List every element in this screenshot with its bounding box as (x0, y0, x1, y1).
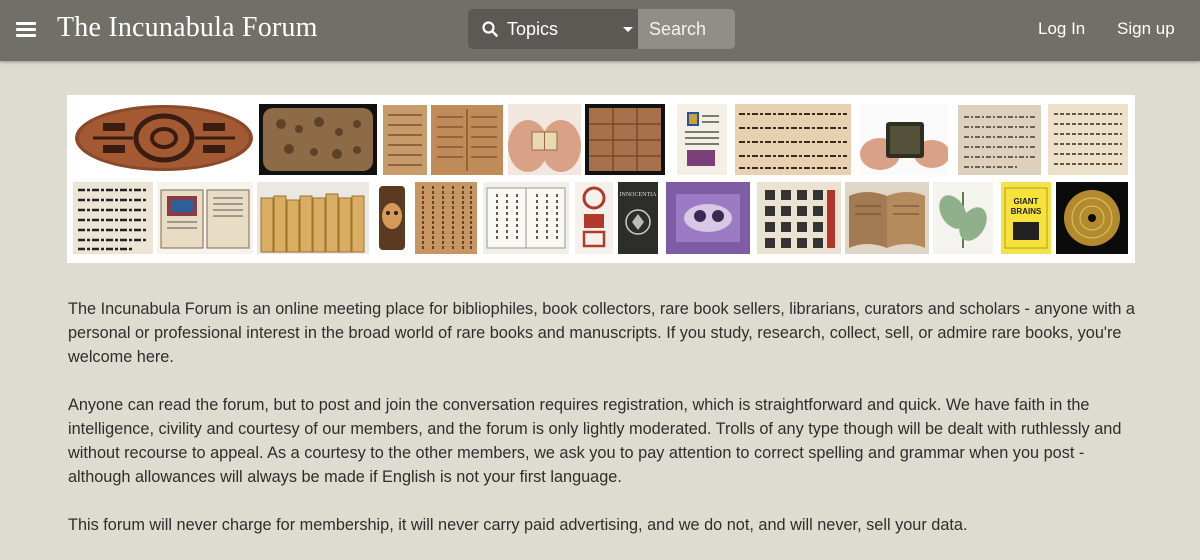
worn-open-book-image (845, 182, 929, 254)
clay-tablet-columns-image (431, 105, 503, 175)
illuminated-manuscript-image (677, 104, 727, 175)
intro-paragraph: Anyone can read the forum, but to post a… (68, 396, 1122, 486)
chinese-seals-image (575, 182, 613, 254)
chevron-down-icon (623, 27, 633, 32)
miniature-book-in-fingers-image (860, 104, 948, 175)
svg-text:INNOCENTIA: INNOCENTIA (620, 192, 658, 198)
cuneiform-tablet-image (259, 104, 377, 175)
topics-dropdown-label: Topics (507, 19, 559, 39)
chinese-characters-page-image (757, 182, 841, 254)
search-input[interactable] (638, 9, 735, 49)
hebrew-manuscript-image (1048, 104, 1128, 175)
site-title[interactable]: The Incunabula Forum (57, 12, 318, 44)
giant-brains-book-image: GIANT BRAINS (1001, 182, 1051, 254)
asian-stitched-book-image (483, 182, 569, 254)
clay-tablet-oval-image (73, 103, 255, 173)
papyrus-fragment-image (383, 105, 427, 175)
intro-paragraph: This forum will never charge for members… (68, 516, 968, 534)
signup-link[interactable]: Sign up (1117, 19, 1175, 39)
row-of-vellum-books-image (257, 182, 369, 254)
intro-paragraph: The Incunabula Forum is an online meetin… (68, 300, 1135, 366)
early-printed-text-image (73, 182, 153, 254)
printed-title-page-image: INNOCENTIA (618, 182, 658, 254)
svg-text:BRAINS: BRAINS (1011, 207, 1042, 216)
forum-introduction: The Incunabula Forum is an online meetin… (68, 297, 1138, 560)
hamburger-menu-icon[interactable] (16, 20, 36, 38)
search-icon (482, 21, 498, 37)
clay-tablet-grid-image (585, 104, 665, 175)
svg-text:GIANT: GIANT (1014, 197, 1039, 206)
topics-dropdown[interactable]: Topics (468, 9, 638, 49)
golden-record-image (1056, 182, 1128, 254)
chinese-woodblock-text-image (415, 182, 477, 254)
manuscript-page-image (958, 105, 1041, 175)
rare-books-collage-banner: INNOCENTIA GIANT BRAINS (67, 95, 1135, 263)
top-navigation-bar: The Incunabula Forum Topics Log In Sign … (0, 0, 1200, 61)
purple-illustration-image (666, 182, 750, 254)
miniature-book-in-hands-image (508, 104, 581, 175)
latin-manuscript-text-image (735, 104, 851, 175)
login-link[interactable]: Log In (1038, 19, 1085, 39)
scroll-with-face-image (373, 182, 411, 254)
open-illuminated-book-image (157, 182, 253, 254)
botanical-leaf-print-image (933, 182, 993, 254)
